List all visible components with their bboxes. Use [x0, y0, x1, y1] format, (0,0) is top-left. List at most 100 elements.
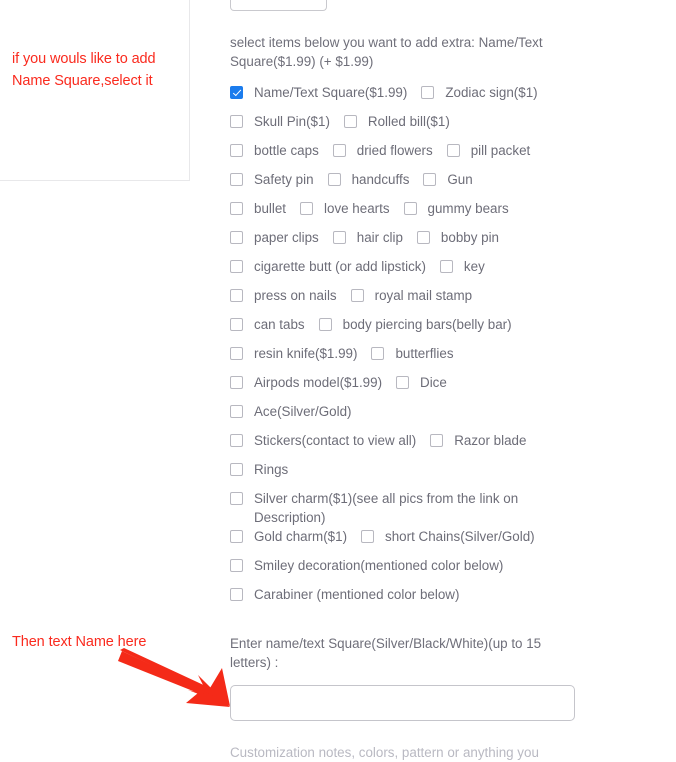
- checkbox-label: Silver charm($1)(see all pics from the l…: [254, 491, 519, 525]
- checkbox-unchecked-icon[interactable]: [423, 173, 437, 186]
- checkbox-row: can tabs body piercing bars(belly bar): [230, 315, 580, 344]
- checkbox-label: Ace(Silver/Gold): [254, 404, 352, 419]
- checkbox-item[interactable]: Stickers(contact to view all): [230, 431, 416, 450]
- checkbox-unchecked-icon[interactable]: [230, 463, 243, 476]
- checkbox-unchecked-icon[interactable]: [230, 144, 243, 157]
- previous-field-stub[interactable]: [230, 0, 327, 11]
- annotation-note-top: if you wouls like to add Name Square,sel…: [12, 51, 156, 89]
- checkbox-unchecked-icon[interactable]: [300, 202, 314, 215]
- checkbox-row: Smiley decoration(mentioned color below): [230, 556, 580, 585]
- checkbox-row: Safety pin handcuffs Gun: [230, 170, 580, 199]
- checkbox-item[interactable]: hair clip: [332, 228, 403, 247]
- checkbox-label: dried flowers: [356, 143, 433, 158]
- checkbox-unchecked-icon[interactable]: [230, 376, 243, 389]
- checkbox-unchecked-icon[interactable]: [343, 115, 357, 128]
- checkbox-unchecked-icon[interactable]: [446, 144, 460, 157]
- checkbox-label: Skull Pin($1): [254, 114, 330, 129]
- checkbox-unchecked-icon[interactable]: [230, 347, 243, 360]
- checkbox-unchecked-icon[interactable]: [371, 347, 385, 360]
- checkbox-item[interactable]: Airpods model($1.99): [230, 373, 382, 392]
- checkbox-label: Name/Text Square($1.99): [254, 85, 408, 100]
- checkbox-item[interactable]: butterflies: [371, 344, 454, 363]
- checkbox-label: Rings: [254, 462, 289, 477]
- checkbox-item[interactable]: gummy bears: [403, 199, 509, 218]
- checkbox-unchecked-icon[interactable]: [318, 318, 332, 331]
- checkbox-unchecked-icon[interactable]: [230, 434, 243, 447]
- checkbox-unchecked-icon[interactable]: [439, 260, 453, 273]
- checkbox-item[interactable]: Rings: [230, 460, 288, 479]
- checkbox-item[interactable]: Gold charm($1): [230, 527, 347, 546]
- checkbox-item[interactable]: can tabs: [230, 315, 305, 334]
- checkbox-unchecked-icon[interactable]: [396, 376, 410, 389]
- checkbox-unchecked-icon[interactable]: [230, 588, 243, 601]
- checkbox-row: cigarette butt (or add lipstick) key: [230, 257, 580, 286]
- checkbox-unchecked-icon[interactable]: [403, 202, 417, 215]
- checkbox-unchecked-icon[interactable]: [230, 173, 243, 186]
- checkbox-unchecked-icon[interactable]: [430, 434, 444, 447]
- checkbox-unchecked-icon[interactable]: [350, 289, 364, 302]
- checkbox-item[interactable]: Zodiac sign($1): [421, 83, 538, 102]
- checkbox-item[interactable]: paper clips: [230, 228, 319, 247]
- checkbox-row: Rings: [230, 460, 580, 489]
- checkbox-label: Carabiner (mentioned color below): [254, 587, 460, 602]
- checkbox-label: resin knife($1.99): [254, 346, 358, 361]
- checkbox-item[interactable]: Safety pin: [230, 170, 314, 189]
- checkbox-row: bottle caps dried flowers pill packet: [230, 141, 580, 170]
- checkbox-label: gummy bears: [427, 201, 509, 216]
- checkbox-row: Stickers(contact to view all) Razor blade: [230, 431, 580, 460]
- checkbox-item[interactable]: Dice: [396, 373, 447, 392]
- checkbox-unchecked-icon[interactable]: [332, 144, 346, 157]
- checkbox-label: love hearts: [324, 201, 390, 216]
- checkbox-item[interactable]: body piercing bars(belly bar): [318, 315, 512, 334]
- checkbox-label: bottle caps: [254, 143, 319, 158]
- checkbox-label: paper clips: [254, 230, 319, 245]
- checkbox-item[interactable]: Name/Text Square($1.99): [230, 83, 407, 102]
- checkbox-label: Rolled bill($1): [367, 114, 450, 129]
- name-text-input[interactable]: [230, 685, 575, 721]
- checkbox-unchecked-icon[interactable]: [230, 231, 243, 244]
- checkbox-unchecked-icon[interactable]: [230, 559, 243, 572]
- checkbox-item[interactable]: love hearts: [300, 199, 390, 218]
- checkbox-unchecked-icon[interactable]: [230, 405, 243, 418]
- checkbox-item[interactable]: bobby pin: [416, 228, 499, 247]
- checkbox-item[interactable]: Gun: [423, 170, 473, 189]
- checkbox-label: key: [463, 259, 485, 274]
- checkbox-unchecked-icon[interactable]: [416, 231, 430, 244]
- checkbox-row: Carabiner (mentioned color below): [230, 585, 580, 614]
- checkbox-item[interactable]: Carabiner (mentioned color below): [230, 585, 459, 604]
- checkbox-item[interactable]: Skull Pin($1): [230, 112, 330, 131]
- checkbox-unchecked-icon[interactable]: [230, 260, 243, 273]
- checkbox-item[interactable]: key: [439, 257, 485, 276]
- checkbox-unchecked-icon[interactable]: [327, 173, 341, 186]
- checkbox-checked-icon[interactable]: [230, 86, 243, 99]
- checkbox-item[interactable]: handcuffs: [327, 170, 409, 189]
- checkbox-item[interactable]: Rolled bill($1): [343, 112, 450, 131]
- checkbox-unchecked-icon[interactable]: [332, 231, 346, 244]
- checkbox-unchecked-icon[interactable]: [361, 530, 375, 543]
- checkbox-unchecked-icon[interactable]: [230, 318, 243, 331]
- checkbox-item[interactable]: Silver charm($1)(see all pics from the l…: [230, 489, 564, 527]
- checkbox-item[interactable]: Ace(Silver/Gold): [230, 402, 351, 421]
- checkbox-item[interactable]: bottle caps: [230, 141, 319, 160]
- checkbox-item[interactable]: cigarette butt (or add lipstick): [230, 257, 426, 276]
- checkbox-unchecked-icon[interactable]: [230, 115, 243, 128]
- checkbox-item[interactable]: pill packet: [446, 141, 530, 160]
- checkbox-unchecked-icon[interactable]: [230, 289, 243, 302]
- checkbox-item[interactable]: dried flowers: [332, 141, 433, 160]
- red-arrow-icon: [118, 648, 230, 707]
- checkbox-label: Stickers(contact to view all): [254, 433, 417, 448]
- checkbox-label: bullet: [254, 201, 287, 216]
- checkbox-row: Skull Pin($1) Rolled bill($1): [230, 112, 580, 141]
- checkbox-unchecked-icon[interactable]: [230, 492, 243, 505]
- checkbox-item[interactable]: bullet: [230, 199, 286, 218]
- checkbox-unchecked-icon[interactable]: [230, 202, 243, 215]
- checkbox-item[interactable]: Smiley decoration(mentioned color below): [230, 556, 503, 575]
- checkbox-row: paper clips hair clip bobby pin: [230, 228, 580, 257]
- checkbox-item[interactable]: resin knife($1.99): [230, 344, 357, 363]
- checkbox-item[interactable]: royal mail stamp: [350, 286, 472, 305]
- checkbox-item[interactable]: Razor blade: [430, 431, 526, 450]
- checkbox-item[interactable]: short Chains(Silver/Gold): [361, 527, 535, 546]
- checkbox-unchecked-icon[interactable]: [421, 86, 435, 99]
- checkbox-unchecked-icon[interactable]: [230, 530, 243, 543]
- checkbox-item[interactable]: press on nails: [230, 286, 337, 305]
